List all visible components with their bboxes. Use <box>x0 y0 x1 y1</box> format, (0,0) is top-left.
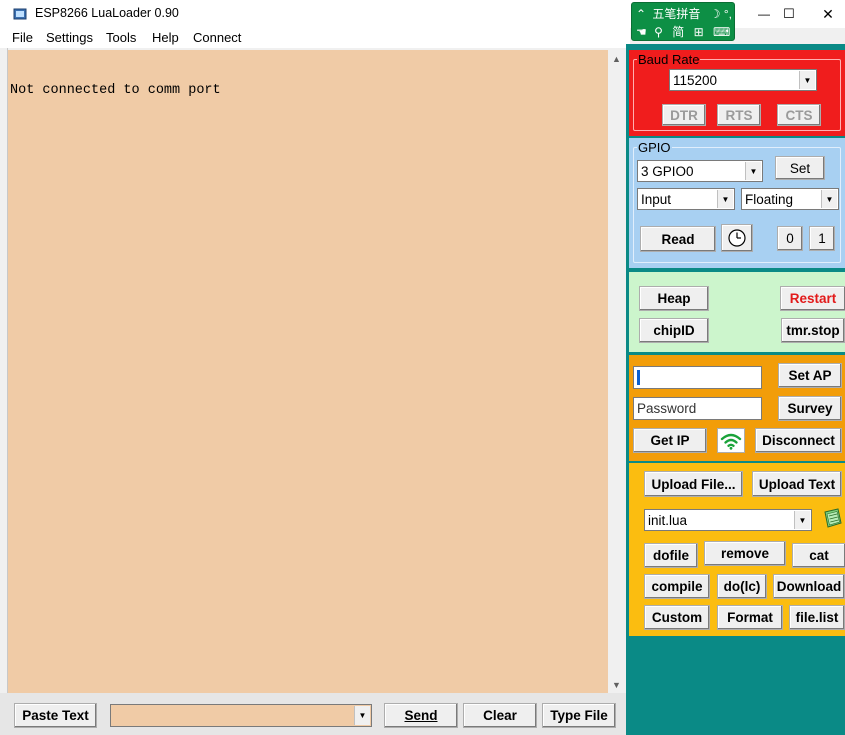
menu-file[interactable]: File <box>12 30 33 45</box>
wifi-icon <box>720 433 742 450</box>
close-icon: ✕ <box>822 5 834 22</box>
app-icon <box>13 8 27 20</box>
baud-rate-value: 115200 <box>673 72 718 88</box>
menu-connect[interactable]: Connect <box>193 30 241 45</box>
chevron-down-icon[interactable]: ▼ <box>354 706 370 725</box>
bottom-toolbar: Paste Text ▼ Send Clear Type File <box>0 693 630 735</box>
heap-button[interactable]: Heap <box>639 286 709 311</box>
file-select[interactable]: init.lua ▼ <box>644 509 812 531</box>
upload-file-button[interactable]: Upload File... <box>644 471 743 497</box>
left-edge <box>0 48 8 698</box>
ime-simplified-label[interactable]: 简 <box>672 25 684 39</box>
dtr-button[interactable]: DTR <box>662 104 706 126</box>
gpio-read-button[interactable]: Read <box>640 226 716 252</box>
do-lc-button[interactable]: do(lc) <box>717 574 767 599</box>
dofile-button[interactable]: dofile <box>644 543 698 568</box>
terminal-text: Not connected to comm port <box>10 83 221 98</box>
remove-button[interactable]: remove <box>704 541 786 566</box>
baud-rate-label: Baud Rate <box>637 52 701 67</box>
clock-button[interactable] <box>721 224 753 252</box>
chevron-down-icon[interactable]: ▼ <box>745 162 761 180</box>
clock-icon <box>728 229 746 247</box>
ime-grid-icon[interactable]: ⊞ <box>694 25 704 39</box>
type-file-button[interactable]: Type File <box>542 703 616 728</box>
gpio-panel: GPIO 3 GPIO0 ▼ Set Input ▼ Floating ▼ Re… <box>629 138 845 268</box>
gpio-pull-value: Floating <box>745 191 794 207</box>
chevron-down-icon[interactable]: ▼ <box>799 71 815 89</box>
wifi-status <box>717 428 745 453</box>
menu-help[interactable]: Help <box>152 30 179 45</box>
disconnect-button[interactable]: Disconnect <box>755 428 842 453</box>
file-list-button[interactable]: file.list <box>789 605 845 630</box>
chevron-down-icon[interactable]: ▼ <box>794 511 810 529</box>
text-cursor <box>637 370 640 385</box>
password-input[interactable]: Password <box>633 397 762 420</box>
keyboard-icon[interactable]: ⌨ <box>713 25 730 39</box>
cts-button[interactable]: CTS <box>777 104 821 126</box>
expand-icon[interactable]: ⌃ <box>636 7 646 21</box>
search-icon[interactable]: ⚲ <box>654 25 663 39</box>
gpio-pin-value: 3 GPIO0 <box>641 163 694 179</box>
baud-rate-select[interactable]: 115200 ▼ <box>669 69 817 91</box>
scroll-up-icon[interactable]: ▲ <box>608 50 625 67</box>
scroll-down-icon[interactable]: ▼ <box>608 676 625 693</box>
cat-button[interactable]: cat <box>792 543 845 568</box>
maximize-icon: ☐ <box>783 6 795 21</box>
menu-bar: File Settings Tools Help Connect <box>0 28 630 48</box>
paste-text-button[interactable]: Paste Text <box>14 703 97 728</box>
rts-button[interactable]: RTS <box>717 104 761 126</box>
notebook-button[interactable] <box>819 505 845 531</box>
chevron-down-icon[interactable]: ▼ <box>821 190 837 208</box>
set-ap-button[interactable]: Set AP <box>778 363 842 388</box>
gpio-pull-select[interactable]: Floating ▼ <box>741 188 839 210</box>
restart-button[interactable]: Restart <box>780 286 845 311</box>
file-select-value: init.lua <box>648 512 688 528</box>
ime-mode-label[interactable]: 五笔拼音 <box>652 7 700 21</box>
tmr-stop-button[interactable]: tmr.stop <box>781 318 845 343</box>
compile-button[interactable]: compile <box>644 574 710 599</box>
files-panel: Upload File... Upload Text init.lua ▼ do… <box>629 463 845 636</box>
gpio-mode-select[interactable]: Input ▼ <box>637 188 735 210</box>
get-ip-button[interactable]: Get IP <box>633 428 707 453</box>
node-panel: Heap Restart chipID tmr.stop <box>629 272 845 352</box>
custom-button[interactable]: Custom <box>644 605 710 630</box>
app-window: ESP8266 LuaLoader 0.90 — ☐ ✕ ⌃ 五笔拼音 ☽ °,… <box>0 0 845 735</box>
wifi-panel: Set AP Password Survey Get IP Disconnect <box>629 355 845 461</box>
format-button[interactable]: Format <box>717 605 783 630</box>
ime-moon-icon[interactable]: ☽ °, <box>710 7 732 21</box>
gpio-one-button[interactable]: 1 <box>809 226 835 251</box>
menu-settings[interactable]: Settings <box>46 30 93 45</box>
send-button[interactable]: Send <box>384 703 458 728</box>
close-button[interactable]: ✕ <box>811 0 845 28</box>
chipid-button[interactable]: chipID <box>639 318 709 343</box>
ssid-input[interactable] <box>633 366 762 389</box>
hand-icon[interactable]: ☚ <box>636 25 647 39</box>
download-button[interactable]: Download <box>773 574 845 599</box>
baud-rate-panel: Baud Rate 115200 ▼ DTR RTS CTS <box>629 50 845 136</box>
gpio-zero-button[interactable]: 0 <box>777 226 803 251</box>
gpio-set-button[interactable]: Set <box>775 156 825 180</box>
maximize-button[interactable]: ☐ <box>766 0 812 28</box>
upload-text-button[interactable]: Upload Text <box>752 471 842 497</box>
gpio-label: GPIO <box>637 140 672 155</box>
terminal-output[interactable]: Not connected to comm port <box>8 50 608 693</box>
menu-tools[interactable]: Tools <box>106 30 136 45</box>
ime-toolbar[interactable]: ⌃ 五笔拼音 ☽ °, ☚ ⚲ 简 ⊞ ⌨ <box>631 2 735 41</box>
clear-button[interactable]: Clear <box>463 703 537 728</box>
command-input[interactable]: ▼ <box>110 704 372 727</box>
gpio-mode-value: Input <box>641 191 672 207</box>
survey-button[interactable]: Survey <box>778 396 842 421</box>
vertical-scrollbar[interactable]: ▲ ▼ <box>608 50 625 693</box>
window-title: ESP8266 LuaLoader 0.90 <box>35 6 179 20</box>
send-label: Send <box>404 708 438 723</box>
chevron-down-icon[interactable]: ▼ <box>717 190 733 208</box>
gpio-pin-select[interactable]: 3 GPIO0 ▼ <box>637 160 763 182</box>
notebook-icon <box>824 508 842 528</box>
